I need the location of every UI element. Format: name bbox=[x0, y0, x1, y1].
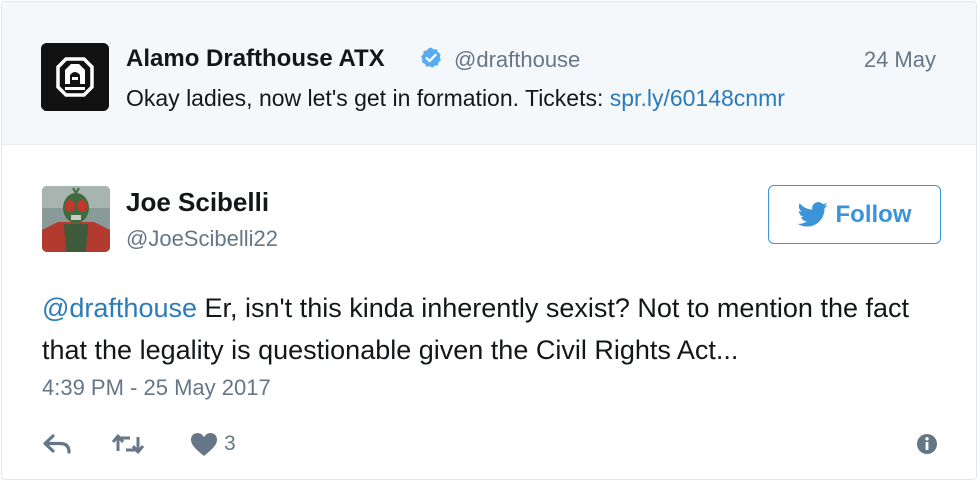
verified-badge-icon bbox=[421, 47, 441, 68]
follow-button-label: Follow bbox=[835, 200, 912, 228]
quoted-author-handle[interactable]: @drafthouse bbox=[454, 47, 580, 73]
info-button[interactable] bbox=[916, 430, 938, 458]
author-avatar[interactable] bbox=[42, 186, 110, 252]
quoted-tweet[interactable]: Alamo Drafthouse ATX @drafthouse 24 May … bbox=[2, 2, 976, 145]
retweet-icon bbox=[111, 434, 145, 454]
follow-button[interactable]: Follow bbox=[768, 185, 941, 244]
mention-link[interactable]: @drafthouse bbox=[42, 293, 197, 323]
quoted-tweet-text: Okay ladies, now let's get in formation.… bbox=[126, 85, 785, 112]
tickets-link[interactable]: spr.ly/60148cnmr bbox=[610, 85, 785, 111]
reply-button[interactable] bbox=[42, 430, 72, 458]
retweet-button[interactable] bbox=[110, 430, 146, 458]
quoted-author-name[interactable]: Alamo Drafthouse ATX bbox=[126, 45, 385, 73]
info-icon bbox=[917, 434, 937, 454]
like-count: 3 bbox=[224, 432, 236, 455]
quoted-tweet-body: Okay ladies, now let's get in formation.… bbox=[126, 85, 610, 111]
kamen-rider-avatar-icon bbox=[42, 186, 110, 252]
quoted-author-avatar[interactable] bbox=[41, 43, 109, 111]
reply-icon bbox=[43, 434, 71, 454]
like-button[interactable]: 3 bbox=[190, 430, 236, 458]
embedded-tweet-card: Alamo Drafthouse ATX @drafthouse 24 May … bbox=[1, 1, 977, 480]
heart-icon bbox=[191, 432, 217, 456]
author-handle[interactable]: @JoeScibelli22 bbox=[126, 226, 278, 252]
alamo-drafthouse-logo-icon bbox=[41, 43, 109, 111]
twitter-bird-icon bbox=[797, 202, 827, 227]
quoted-tweet-date[interactable]: 24 May bbox=[864, 47, 936, 73]
tweet-timestamp[interactable]: 4:39 PM - 25 May 2017 bbox=[42, 375, 271, 401]
tweet-text: @drafthouse Er, isn't this kinda inheren… bbox=[42, 287, 942, 371]
author-name[interactable]: Joe Scibelli bbox=[126, 187, 269, 218]
